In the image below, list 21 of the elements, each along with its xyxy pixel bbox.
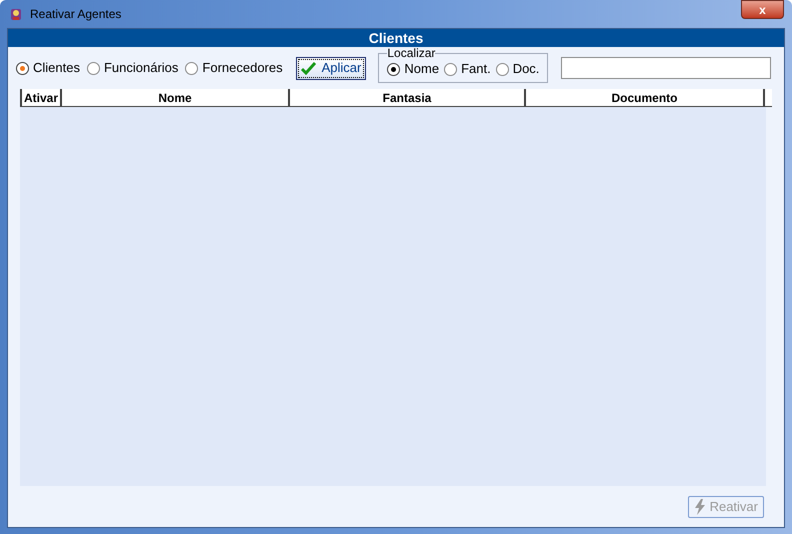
app-icon xyxy=(8,6,24,22)
radio-button[interactable] xyxy=(496,62,509,76)
search-field[interactable] xyxy=(561,57,772,79)
group-title: Localizar xyxy=(387,47,436,60)
section-header: Clientes xyxy=(8,29,784,47)
radio-label[interactable]: Doc. xyxy=(512,59,540,79)
radio-button[interactable] xyxy=(387,62,400,76)
radio-button[interactable] xyxy=(185,62,198,74)
checkmark-icon xyxy=(300,62,316,74)
apply-button[interactable]: Aplicar xyxy=(296,56,366,80)
radio-label[interactable]: Clientes xyxy=(33,58,80,78)
close-button[interactable]: x xyxy=(741,0,784,19)
radio-button[interactable] xyxy=(86,62,100,74)
radio-label[interactable]: Funcionários xyxy=(104,58,178,78)
radio-label[interactable]: Fant. xyxy=(461,59,491,79)
window-title: Reativar Agentes xyxy=(30,6,122,23)
radio-label[interactable]: Fornecedores xyxy=(202,58,283,78)
lightning-icon xyxy=(694,499,706,515)
radio-button[interactable] xyxy=(16,62,29,74)
radio-button[interactable] xyxy=(444,62,458,76)
radio-label[interactable]: Nome xyxy=(404,59,440,79)
